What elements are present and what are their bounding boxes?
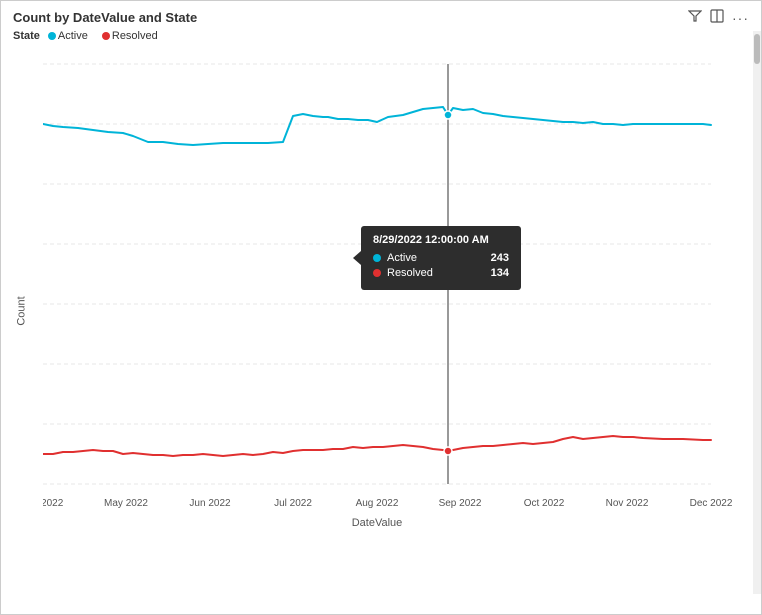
- chart-title: Count by DateValue and State: [13, 10, 197, 25]
- svg-text:Sep 2022: Sep 2022: [439, 498, 482, 509]
- svg-text:Aug 2022: Aug 2022: [356, 498, 399, 509]
- svg-text:Dec 2022: Dec 2022: [690, 498, 733, 509]
- legend-dot-resolved: [102, 32, 110, 40]
- scrollbar-thumb[interactable]: [754, 34, 760, 64]
- legend: State Active Resolved: [1, 28, 761, 46]
- svg-text:Jun 2022: Jun 2022: [189, 498, 231, 509]
- svg-text:DateValue: DateValue: [352, 517, 403, 529]
- chart-icons: ···: [688, 9, 749, 26]
- legend-item-active: Active: [48, 30, 88, 42]
- svg-text:Oct 2022: Oct 2022: [524, 498, 565, 509]
- svg-text:May 2022: May 2022: [104, 498, 148, 509]
- scrollbar[interactable]: [753, 31, 761, 594]
- svg-text:Jul 2022: Jul 2022: [274, 498, 312, 509]
- legend-item-resolved: Resolved: [102, 30, 158, 42]
- y-axis-label: Count: [16, 296, 28, 325]
- chart-header: Count by DateValue and State ···: [1, 1, 761, 28]
- legend-active-label: Active: [58, 30, 88, 42]
- chart-svg: 260 240 220 200 180 160 140 120 Apr 2022…: [43, 54, 743, 544]
- expand-icon[interactable]: [710, 9, 724, 26]
- filter-icon[interactable]: [688, 9, 702, 26]
- legend-state-label: State: [13, 30, 40, 42]
- svg-text:Apr 2022: Apr 2022: [43, 498, 64, 509]
- more-icon[interactable]: ···: [732, 10, 749, 26]
- legend-dot-active: [48, 32, 56, 40]
- svg-text:Nov 2022: Nov 2022: [606, 498, 649, 509]
- legend-resolved-label: Resolved: [112, 30, 158, 42]
- chart-container: Count by DateValue and State ··· State A…: [0, 0, 762, 615]
